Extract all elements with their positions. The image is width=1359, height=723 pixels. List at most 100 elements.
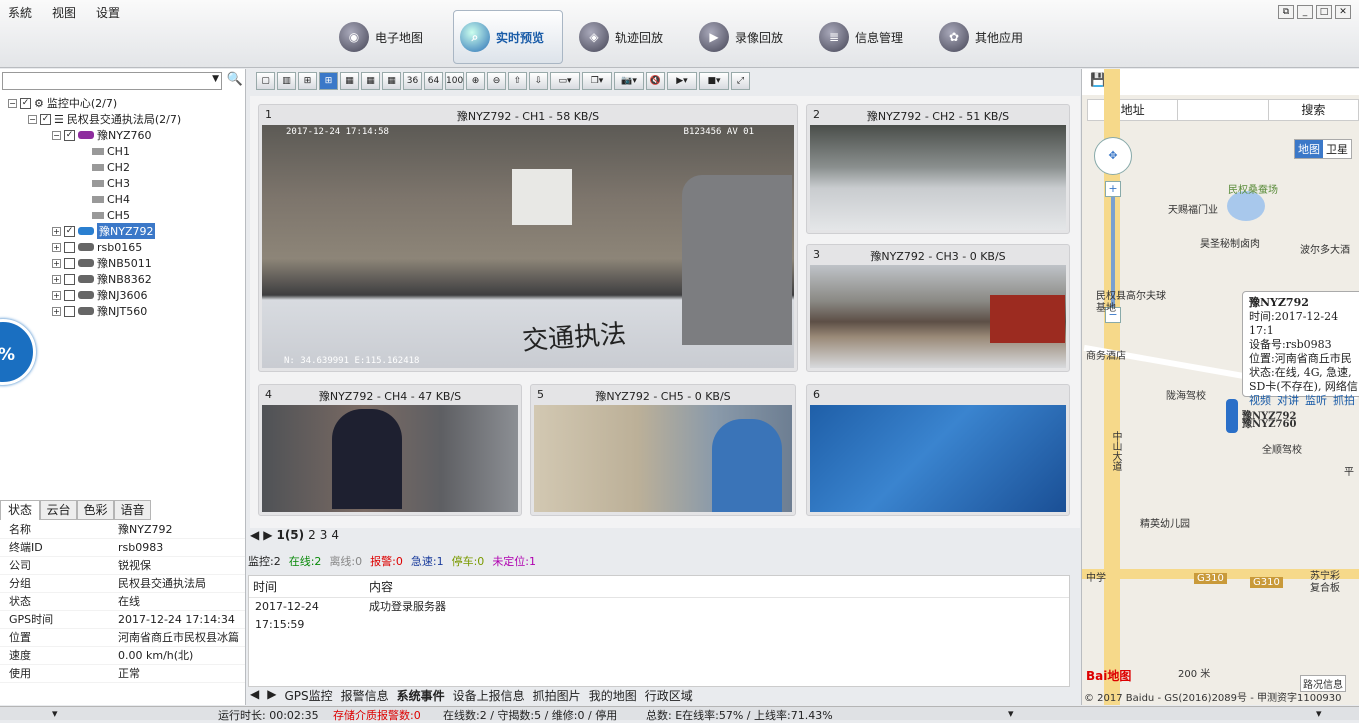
tree-channel[interactable]: CH1: [8, 143, 181, 159]
map-input[interactable]: [1178, 100, 1269, 120]
collapse-log-icon[interactable]: ▾: [1008, 707, 1014, 720]
device-search-input[interactable]: ▼: [2, 72, 222, 90]
nav-realtime-preview[interactable]: ⌕ 实时预览: [453, 10, 563, 64]
expand-icon[interactable]: +: [52, 242, 61, 252]
layout-9-icon[interactable]: ▦: [361, 72, 380, 90]
map-panel[interactable]: 💾 地址 搜索 地图 卫星 ✥ + − 民权桑蚕场 天赐福门业 昊圣秘制卤肉 波…: [1081, 69, 1359, 705]
checkbox[interactable]: [64, 305, 75, 317]
nav-other-apps[interactable]: ✿ 其他应用: [933, 10, 1043, 64]
video-tile-2[interactable]: 2 豫NYZ792 - CH2 - 51 KB/S: [806, 104, 1070, 234]
video-tile-5[interactable]: 5 豫NYZ792 - CH5 - 0 KB/S: [530, 384, 796, 516]
next-tab-icon[interactable]: ▶: [267, 687, 276, 704]
collapse-panel-icon[interactable]: ▾: [52, 707, 58, 720]
tab-device-report[interactable]: 设备上报信息: [453, 687, 525, 704]
expand-icon[interactable]: +: [52, 226, 61, 236]
tab-ptz[interactable]: 云台: [40, 500, 77, 520]
tree-channel[interactable]: CH5: [8, 207, 181, 223]
menu-settings[interactable]: 设置: [96, 4, 120, 21]
minimize-icon[interactable]: _: [1297, 5, 1313, 19]
vehicle-marker-icon[interactable]: [1226, 399, 1238, 433]
map-mode-button[interactable]: 地图: [1295, 140, 1323, 158]
tree-vehicle[interactable]: + rsb0165: [8, 239, 181, 255]
layout-16-icon[interactable]: ▦: [382, 72, 401, 90]
zoom-in-icon[interactable]: ⊕: [466, 72, 485, 90]
nav-video-playback[interactable]: ▶ 录像回放: [693, 10, 803, 64]
tree-group[interactable]: − ✓ ☰ 民权县交通执法局(2/7): [8, 111, 181, 127]
popup-talk-link[interactable]: 对讲: [1277, 394, 1299, 408]
download-icon[interactable]: ⇩: [529, 72, 548, 90]
page-tab-4[interactable]: 4: [331, 528, 339, 542]
tree-vehicle[interactable]: + 豫NJ3606: [8, 287, 181, 303]
popup-video-link[interactable]: 视频: [1249, 394, 1271, 408]
tab-status[interactable]: 状态: [0, 500, 40, 520]
search-icon[interactable]: 🔍: [226, 72, 244, 90]
stop-icon[interactable]: ■▾: [699, 72, 729, 90]
checkbox[interactable]: ✓: [64, 129, 75, 141]
layout-64-button[interactable]: 64: [424, 72, 443, 90]
tab-my-map[interactable]: 我的地图: [589, 687, 637, 704]
tab-admin-region[interactable]: 行政区域: [645, 687, 693, 704]
fullscreen-icon[interactable]: ⤢: [731, 72, 750, 90]
prev-tab-icon[interactable]: ◀: [250, 687, 259, 704]
restore-icon[interactable]: ⧉: [1278, 5, 1294, 19]
tab-system-events[interactable]: 系统事件: [397, 687, 445, 704]
nav-electronic-map[interactable]: ◉ 电子地图: [333, 10, 443, 64]
tree-vehicle[interactable]: − ✓ 豫NYZ760: [8, 127, 181, 143]
layout-4-icon[interactable]: ⊞: [298, 72, 317, 90]
tree-channel[interactable]: CH3: [8, 175, 181, 191]
chevron-down-icon[interactable]: ▼: [212, 74, 219, 84]
tree-vehicle[interactable]: + ✓ 豫NYZ792: [8, 223, 181, 239]
expand-icon[interactable]: +: [52, 306, 61, 316]
tree-channel[interactable]: CH2: [8, 159, 181, 175]
next-page-icon[interactable]: ▶: [263, 528, 272, 542]
layout-6-icon[interactable]: ⊞: [319, 72, 338, 90]
video-tile-1[interactable]: 1 豫NYZ792 - CH1 - 58 KB/S 2017-12-24 17:…: [258, 104, 798, 372]
tab-alarm-info[interactable]: 报警信息: [341, 687, 389, 704]
expand-icon[interactable]: +: [52, 290, 61, 300]
prev-page-icon[interactable]: ◀: [250, 528, 259, 542]
collapse-icon[interactable]: −: [28, 114, 37, 124]
map-search-button[interactable]: 搜索: [1269, 100, 1359, 120]
map-address-field[interactable]: 地址: [1088, 100, 1179, 120]
close-icon[interactable]: ✕: [1335, 5, 1351, 19]
collapse-map-icon[interactable]: ▾: [1316, 707, 1322, 720]
video-tile-6[interactable]: 6: [806, 384, 1070, 516]
checkbox[interactable]: ✓: [20, 97, 31, 109]
layout-1-icon[interactable]: ▢: [256, 72, 275, 90]
log-row[interactable]: 2017-12-24 17:15:59 成功登录服务器: [249, 598, 1069, 631]
layout-2-icon[interactable]: ▥: [277, 72, 296, 90]
speaker-mute-icon[interactable]: 🔇: [646, 72, 665, 90]
collapse-icon[interactable]: −: [52, 130, 61, 140]
checkbox[interactable]: [64, 273, 75, 285]
video-tile-3[interactable]: 3 豫NYZ792 - CH3 - 0 KB/S: [806, 244, 1070, 372]
checkbox[interactable]: ✓: [64, 225, 75, 237]
checkbox[interactable]: ✓: [40, 113, 51, 125]
page-tab-1[interactable]: 1(5): [276, 528, 304, 542]
tab-snapshots[interactable]: 抓拍图片: [533, 687, 581, 704]
play-icon[interactable]: ▶▾: [667, 72, 697, 90]
video-tile-4[interactable]: 4 豫NYZ792 - CH4 - 47 KB/S: [258, 384, 522, 516]
tree-root[interactable]: − ✓ ⚙ 监控中心(2/7): [8, 95, 181, 111]
page-tab-3[interactable]: 3: [320, 528, 328, 542]
camera-icon[interactable]: 📷▾: [614, 72, 644, 90]
tree-channel[interactable]: CH4: [8, 191, 181, 207]
menu-view[interactable]: 视图: [52, 4, 76, 21]
popup-listen-link[interactable]: 监听: [1305, 394, 1327, 408]
nav-track-playback[interactable]: ◈ 轨迹回放: [573, 10, 683, 64]
nav-info-management[interactable]: ≣ 信息管理: [813, 10, 923, 64]
menu-system[interactable]: 系統: [8, 4, 32, 21]
satellite-mode-button[interactable]: 卫星: [1323, 140, 1351, 158]
tab-voice[interactable]: 语音: [114, 500, 151, 520]
tree-vehicle[interactable]: + 豫NJT560: [8, 303, 181, 319]
tab-gps-monitor[interactable]: GPS监控: [284, 687, 332, 704]
layout-100-button[interactable]: 100: [445, 72, 464, 90]
expand-icon[interactable]: +: [52, 274, 61, 284]
tab-color[interactable]: 色彩: [77, 500, 114, 520]
layout-8-icon[interactable]: ▦: [340, 72, 359, 90]
pan-control-icon[interactable]: ✥: [1094, 137, 1132, 175]
tree-vehicle[interactable]: + 豫NB8362: [8, 271, 181, 287]
expand-icon[interactable]: +: [52, 258, 61, 268]
tree-vehicle[interactable]: + 豫NB5011: [8, 255, 181, 271]
collapse-icon[interactable]: −: [8, 98, 17, 108]
page-tab-2[interactable]: 2: [308, 528, 316, 542]
